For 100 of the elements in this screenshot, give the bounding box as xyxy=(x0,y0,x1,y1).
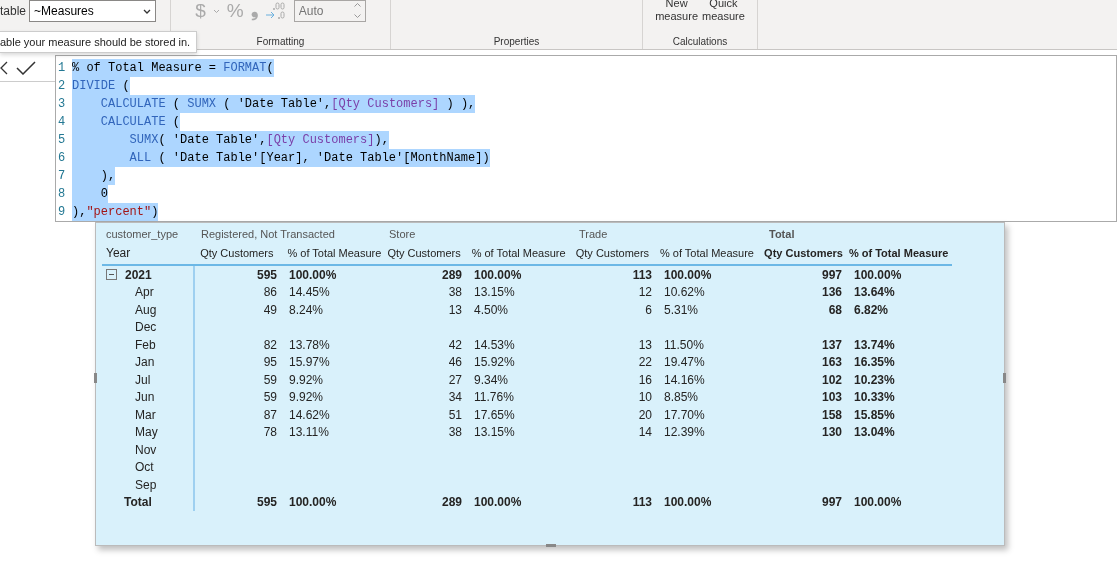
table-cell: 163 xyxy=(821,355,842,370)
table-cell: 13.15% xyxy=(474,425,515,440)
column-header: Qty Customers xyxy=(574,247,651,259)
table-cell: 4.50% xyxy=(474,302,509,317)
row-header: Mar xyxy=(135,407,156,422)
line-number: 3 xyxy=(57,97,67,111)
table-cell: 13.78% xyxy=(289,337,330,352)
table-cell: 102 xyxy=(821,372,842,387)
collapse-icon[interactable] xyxy=(106,269,117,281)
table-cell: 78 xyxy=(263,425,277,440)
resize-handle[interactable] xyxy=(546,544,556,547)
row-header: Feb xyxy=(135,337,156,352)
table-cell: 595 xyxy=(256,267,277,282)
table-cell: 100.00% xyxy=(474,267,522,282)
table-dropdown[interactable]: ~Measures xyxy=(29,0,157,22)
table-cell: 15.85% xyxy=(854,407,895,422)
column-header: Year xyxy=(105,246,132,260)
table-cell: 49 xyxy=(263,302,277,317)
measure-button[interactable]: New measure xyxy=(655,0,698,23)
row-header: Sep xyxy=(135,477,157,492)
table-cell: 13 xyxy=(638,337,652,352)
chevron-icon[interactable] xyxy=(212,8,220,14)
table-cell: 42 xyxy=(448,337,462,352)
table-cell: 51 xyxy=(448,407,462,422)
column-header: Registered, Not Transacted xyxy=(200,227,336,240)
table-cell: 8.85% xyxy=(664,390,699,405)
spinner-icon[interactable] xyxy=(353,3,361,18)
column-header: Qty Customers xyxy=(199,247,275,259)
row-header: Aug xyxy=(135,302,157,317)
table-cell: 130 xyxy=(821,425,842,440)
row-header: May xyxy=(135,425,158,440)
table-cell: 22 xyxy=(638,355,652,370)
measure-button[interactable]: Quick measure xyxy=(702,0,745,23)
table-cell: 13.04% xyxy=(854,425,895,440)
table-cell: 100.00% xyxy=(474,495,522,510)
commit-check-icon[interactable] xyxy=(16,61,36,75)
table-cell: 103 xyxy=(821,390,842,405)
table-cell: 16 xyxy=(638,372,652,387)
cancel-icon[interactable] xyxy=(0,61,8,75)
table-cell: 595 xyxy=(256,495,277,510)
table-cell: 16.35% xyxy=(854,355,895,370)
table-cell: 289 xyxy=(441,267,462,282)
table-cell: 19.47% xyxy=(664,355,705,370)
chevron-icon xyxy=(143,8,152,14)
table-cell: 38 xyxy=(448,425,462,440)
group-label: Formatting xyxy=(256,36,305,47)
table-cell: 8.24% xyxy=(289,302,324,317)
table-cell: 9.92% xyxy=(289,390,324,405)
table-cell: 997 xyxy=(821,267,842,282)
resize-handle[interactable] xyxy=(94,373,97,383)
table-cell: 137 xyxy=(821,337,842,352)
table-cell: 10.62% xyxy=(664,285,705,300)
line-number: 7 xyxy=(57,169,67,183)
row-header: Oct xyxy=(135,460,154,475)
table-cell: 14.53% xyxy=(474,337,515,352)
decimal-places-icon[interactable] xyxy=(264,2,287,20)
line-number: 5 xyxy=(57,133,67,147)
table-cell: 15.97% xyxy=(289,355,330,370)
column-header: Trade xyxy=(578,227,609,240)
table-cell: 113 xyxy=(632,267,652,282)
row-header: Apr xyxy=(135,285,154,300)
column-header: % of Total Measure xyxy=(470,247,567,259)
line-number: 1 xyxy=(57,61,67,75)
column-header: customer_type xyxy=(105,227,180,240)
table-cell: 59 xyxy=(263,390,277,405)
table-cell: 13 xyxy=(448,302,462,317)
row-header: Nov xyxy=(135,442,157,457)
table-cell: 10.33% xyxy=(854,390,895,405)
row-header: 2021 xyxy=(125,267,152,282)
column-header: Qty Customers xyxy=(763,247,843,259)
table-cell: 11.50% xyxy=(664,337,704,352)
table-cell: 15.92% xyxy=(474,355,515,370)
table-cell: 6.82% xyxy=(854,302,889,317)
table-cell: 997 xyxy=(821,495,842,510)
table-cell: 17.65% xyxy=(474,407,515,422)
table-cell: 95 xyxy=(263,355,277,370)
resize-handle[interactable] xyxy=(1003,373,1006,383)
row-header: Jul xyxy=(135,372,151,387)
table-cell: 87 xyxy=(263,407,277,422)
table-cell: 100.00% xyxy=(289,495,337,510)
row-header: Dec xyxy=(135,320,157,335)
table-cell: 14.45% xyxy=(289,285,330,300)
column-header: Store xyxy=(388,227,417,240)
table-cell: 9.92% xyxy=(289,372,324,387)
row-header: Total xyxy=(124,495,152,510)
table-cell: 14 xyxy=(638,425,652,440)
row-header: Jun xyxy=(135,390,155,405)
table-cell: 136 xyxy=(821,285,842,300)
table-cell: 11.76% xyxy=(474,390,514,405)
table-cell: 9.34% xyxy=(474,372,509,387)
line-number: 4 xyxy=(57,115,67,129)
table-cell: 289 xyxy=(441,495,462,510)
table-cell: 20 xyxy=(638,407,652,422)
formula-editor[interactable] xyxy=(55,55,1117,222)
column-header: % of Total Measure xyxy=(659,247,755,259)
table-cell: 158 xyxy=(821,407,842,422)
line-number: 9 xyxy=(57,205,67,219)
line-number: 6 xyxy=(57,151,67,165)
table-cell: 13.15% xyxy=(474,285,515,300)
table-cell: 100.00% xyxy=(854,495,902,510)
